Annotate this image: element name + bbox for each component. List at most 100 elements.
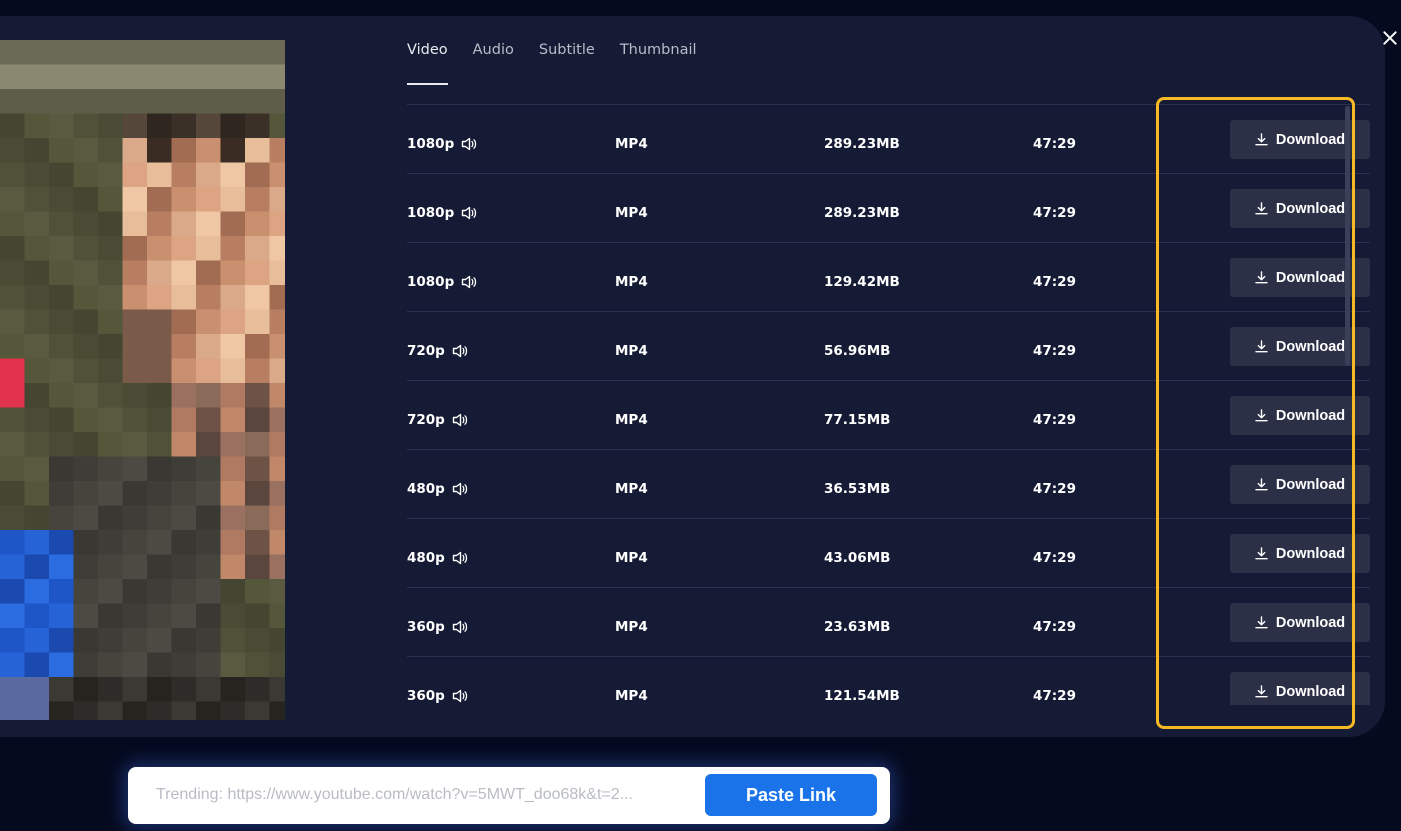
thumbnail-pixel	[245, 40, 270, 65]
thumbnail-pixel	[73, 138, 99, 163]
thumbnail-pixel	[49, 236, 74, 261]
thumbnail-pixel	[0, 579, 25, 604]
thumbnail-pixel	[147, 530, 172, 555]
thumbnail-pixel	[147, 309, 172, 335]
thumbnail-pixel	[24, 309, 50, 335]
thumbnail-pixel	[98, 481, 123, 506]
thumbnail-pixel	[245, 187, 270, 212]
thumbnail-pixel	[220, 113, 246, 139]
thumbnail-pixel	[73, 481, 99, 506]
thumbnail-pixel	[0, 383, 25, 408]
thumbnail-pixel	[245, 64, 270, 90]
size-cell: 43.06MB	[824, 550, 891, 566]
thumbnail-pixel	[269, 162, 285, 188]
thumbnail-pixel	[49, 260, 74, 286]
thumbnail-pixel	[245, 407, 270, 433]
thumbnail-pixel	[98, 285, 123, 310]
thumbnail-pixel	[196, 456, 221, 482]
thumbnail-pixel	[245, 358, 270, 384]
thumbnail-pixel	[269, 677, 285, 702]
thumbnail-pixel	[0, 456, 25, 482]
thumbnail-pixel	[122, 40, 148, 65]
thumbnail-pixel	[24, 554, 50, 580]
thumbnail-pixel	[0, 162, 25, 188]
thumbnail-pixel	[122, 677, 148, 702]
thumbnail-pixel	[0, 603, 25, 629]
thumbnail-pixel	[171, 138, 197, 163]
thumbnail-pixel	[122, 211, 148, 237]
thumbnail-pixel	[196, 628, 221, 653]
thumbnail-pixel	[73, 334, 99, 359]
thumbnail-pixel	[245, 505, 270, 531]
thumbnail-pixel	[73, 40, 99, 65]
thumbnail-pixel	[245, 138, 270, 163]
thumbnail-pixel	[147, 677, 172, 702]
thumbnail-pixel	[0, 40, 25, 65]
thumbnail-pixel	[73, 456, 99, 482]
thumbnail-pixel	[171, 579, 197, 604]
thumbnail-pixel	[269, 40, 285, 65]
thumbnail-pixel	[24, 64, 50, 90]
thumbnail-pixel	[220, 652, 246, 678]
speaker-icon	[462, 137, 477, 151]
thumbnail-pixel	[49, 285, 74, 310]
download-button[interactable]: Download	[1230, 672, 1370, 705]
download-button[interactable]: Download	[1230, 603, 1370, 642]
duration-cell: 47:29	[1033, 550, 1076, 566]
thumbnail-pixel	[73, 260, 99, 286]
close-icon[interactable]	[1380, 28, 1400, 48]
download-button[interactable]: Download	[1230, 534, 1370, 573]
thumbnail-pixel	[171, 652, 197, 678]
speaker-icon	[462, 206, 477, 220]
thumbnail-pixel	[98, 113, 123, 139]
thumbnail-pixel	[24, 432, 50, 457]
thumbnail-pixel	[122, 505, 148, 531]
download-button[interactable]: Download	[1230, 465, 1370, 504]
speaker-icon	[452, 482, 467, 496]
scrollbar-thumb[interactable]	[1345, 106, 1350, 366]
thumbnail-pixel	[122, 89, 148, 114]
thumbnail-pixel	[49, 652, 74, 678]
thumbnail-pixel	[269, 530, 285, 555]
download-label: Download	[1275, 683, 1346, 700]
quality-cell: 360p	[407, 588, 468, 666]
thumbnail-pixel	[171, 358, 197, 384]
thumbnail-pixel	[171, 407, 197, 433]
thumbnail-pixel	[73, 628, 99, 653]
thumbnail-pixel	[220, 505, 246, 531]
thumbnail-pixel	[171, 505, 197, 531]
quality-label: 1080p	[407, 136, 455, 152]
duration-cell: 47:29	[1033, 412, 1076, 428]
paste-link-button[interactable]: Paste Link	[705, 774, 877, 816]
download-label: Download	[1275, 200, 1346, 217]
thumbnail-pixel	[196, 211, 221, 237]
thumbnail-pixel	[245, 481, 270, 506]
quality-label: 720p	[407, 412, 445, 428]
tab-thumbnail[interactable]: Thumbnail	[620, 42, 697, 85]
tab-subtitle[interactable]: Subtitle	[539, 42, 595, 85]
thumbnail-pixel	[147, 211, 172, 237]
quality-label: 360p	[407, 688, 445, 704]
thumbnail-pixel	[269, 579, 285, 604]
tab-audio[interactable]: Audio	[473, 42, 514, 85]
thumbnail-pixel	[24, 603, 50, 629]
download-button[interactable]: Download	[1230, 396, 1370, 435]
quality-cell: 1080p	[407, 105, 477, 183]
url-input[interactable]	[156, 781, 696, 809]
speaker-icon	[452, 620, 467, 634]
thumbnail-pixel	[147, 407, 172, 433]
thumbnail-pixel	[49, 579, 74, 604]
size-cell: 121.54MB	[824, 688, 900, 704]
thumbnail-pixel	[0, 334, 25, 359]
thumbnail-pixel	[147, 162, 172, 188]
thumbnail-pixel	[122, 383, 148, 408]
thumbnail-pixel	[98, 603, 123, 629]
thumbnail-pixel	[220, 481, 246, 506]
thumbnail-pixel	[24, 40, 50, 65]
thumbnail-pixel	[220, 383, 246, 408]
size-cell: 289.23MB	[824, 205, 900, 221]
thumbnail-pixel	[269, 138, 285, 163]
thumbnail-pixel	[196, 652, 221, 678]
tab-video[interactable]: Video	[407, 42, 448, 85]
thumbnail-pixel	[196, 138, 221, 163]
